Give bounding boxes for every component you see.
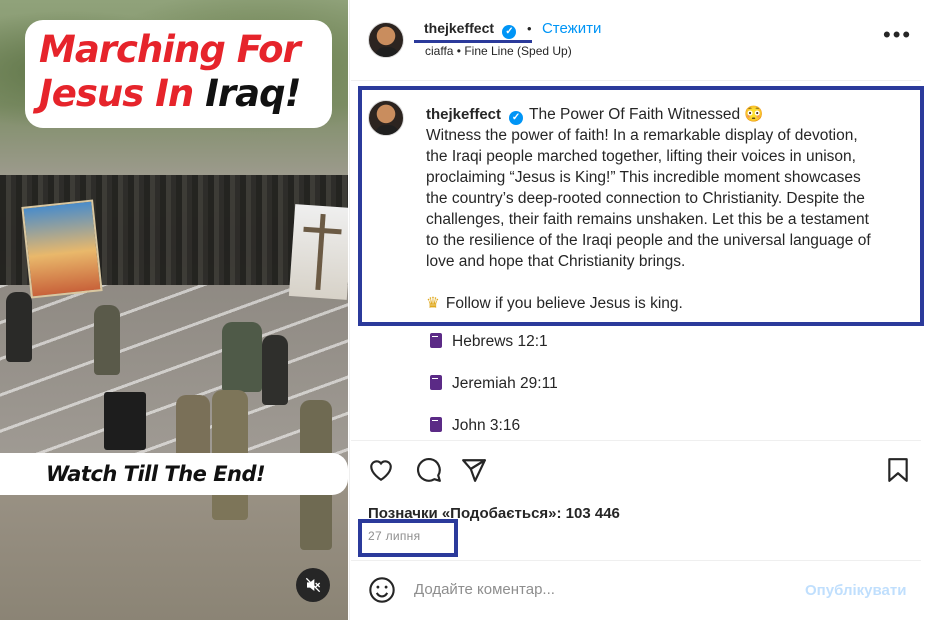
- mute-button[interactable]: [296, 568, 330, 602]
- scripture-reference-text: Jeremiah 29:11: [452, 375, 558, 392]
- post-header: thejkeffect ✓ • Стежити: [424, 20, 601, 39]
- save-button[interactable]: [884, 456, 912, 484]
- video-title-overlay: Marching For Jesus In Iraq!: [25, 20, 332, 128]
- author-username[interactable]: thejkeffect: [424, 20, 494, 36]
- scripture-reference: Jeremiah 29:11: [430, 375, 558, 393]
- caption-line: The Power Of Faith Witnessed 😳: [529, 106, 764, 123]
- heart-icon: [370, 460, 392, 482]
- author-avatar[interactable]: [368, 22, 404, 58]
- bookmark-icon: [888, 458, 908, 482]
- header-separator: •: [526, 21, 532, 36]
- comment-button[interactable]: [415, 456, 443, 484]
- username-highlight-underline: [414, 40, 532, 43]
- video-title-line1: Marching For: [39, 28, 301, 71]
- comment-divider: [351, 560, 921, 561]
- caption-line: the country’s deep-rooted connection to …: [426, 190, 865, 207]
- scripture-reference-text: John 3:16: [452, 417, 521, 434]
- more-options-icon[interactable]: •••: [883, 24, 912, 46]
- comment-input[interactable]: [414, 581, 784, 598]
- caption-username[interactable]: thejkeffect: [426, 106, 501, 123]
- crown-icon: ♛: [426, 295, 440, 312]
- smiley-icon: [369, 577, 395, 603]
- video-bottom-overlay: Watch Till The End!: [0, 453, 348, 495]
- video-player[interactable]: Marching For Jesus In Iraq! Watch Till T…: [0, 0, 348, 620]
- caption-line: the Iraqi people marched together, lifti…: [426, 148, 856, 165]
- post-comment-button[interactable]: Опублікувати: [805, 582, 906, 599]
- video-jesus-banner: [21, 199, 103, 299]
- video-soldier: [262, 335, 288, 405]
- video-title-line2: Jesus In: [39, 72, 206, 115]
- video-road: [0, 285, 348, 475]
- video-soldier: [6, 292, 32, 362]
- caption-follow-line: Follow if you believe Jesus is king.: [445, 295, 683, 312]
- book-icon: [430, 417, 442, 432]
- scripture-reference: Hebrews 12:1: [430, 333, 548, 351]
- header-divider: [351, 80, 921, 81]
- comment-icon: [417, 458, 441, 482]
- audio-track-link[interactable]: ciaffa • Fine Line (Sped Up): [425, 44, 572, 58]
- share-button[interactable]: [460, 456, 488, 484]
- verified-badge-icon: ✓: [502, 25, 517, 39]
- speaker-muted-icon: [305, 577, 321, 593]
- scripture-reference-text: Hebrews 12:1: [452, 333, 548, 350]
- video-soldier: [222, 322, 262, 392]
- scripture-reference: John 3:16: [430, 417, 520, 435]
- caption-line: proclaiming “Jesus is King!” This incred…: [426, 169, 861, 186]
- verified-badge-icon: ✓: [509, 111, 524, 125]
- caption-author-avatar[interactable]: [368, 100, 404, 136]
- share-icon: [462, 459, 486, 482]
- video-speaker-box: [104, 392, 146, 450]
- follow-button[interactable]: Стежити: [542, 20, 601, 37]
- caption-line: love and hope that Christianity brings.: [426, 253, 686, 270]
- book-icon: [430, 333, 442, 348]
- actions-divider: [351, 440, 921, 441]
- video-crucifix-banner: [288, 204, 348, 300]
- post-date[interactable]: 27 липня: [368, 529, 420, 543]
- video-soldier: [94, 305, 120, 375]
- post-panel: thejkeffect ✓ • Стежити ciaffa • Fine Li…: [349, 0, 934, 620]
- video-title-iraq: Iraq!: [205, 72, 301, 115]
- like-button[interactable]: [367, 456, 395, 484]
- book-icon: [430, 375, 442, 390]
- caption-line: Witness the power of faith! In a remarka…: [426, 127, 858, 144]
- emoji-button[interactable]: [368, 576, 396, 604]
- caption-line: challenges, their faith remains unshaken…: [426, 211, 869, 228]
- caption-line: to the resilience of the Iraqi people an…: [426, 232, 871, 249]
- post-caption: thejkeffect ✓ The Power Of Faith Witnessed…: [426, 104, 911, 314]
